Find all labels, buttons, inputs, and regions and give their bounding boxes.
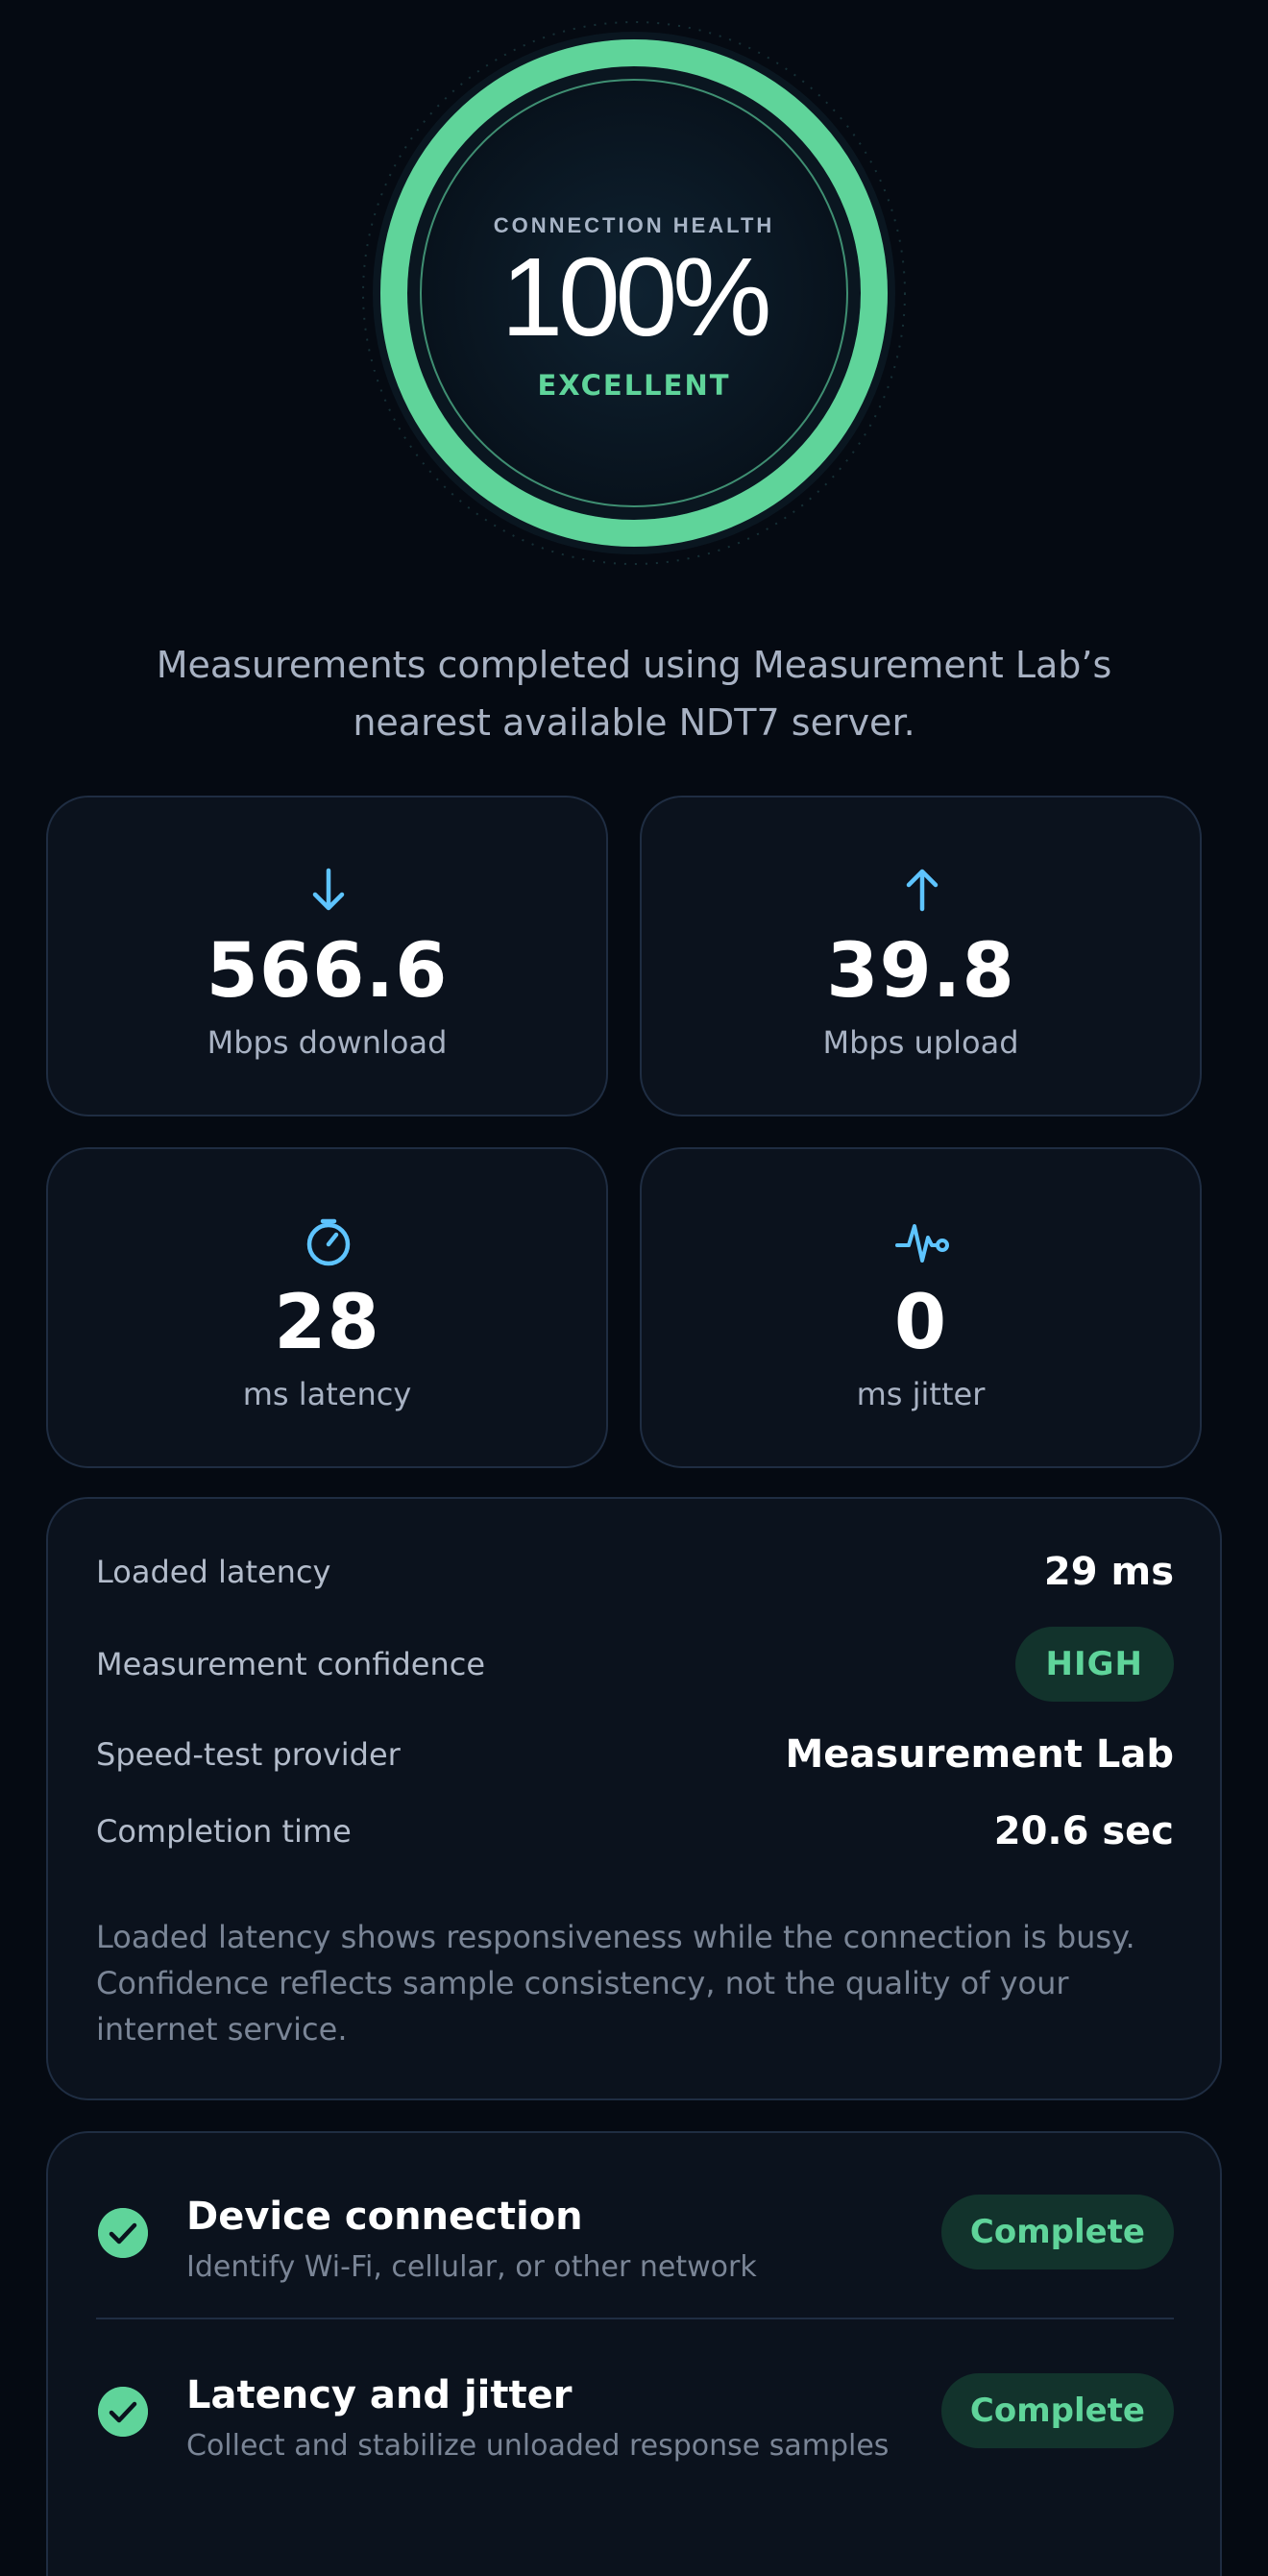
check-circle-icon — [98, 2208, 148, 2258]
detail-label: Speed-test provider — [96, 1736, 401, 1773]
step-divider — [96, 2318, 1174, 2319]
step-status-badge: Complete — [940, 2373, 1174, 2448]
latency-value: 28 — [274, 1280, 380, 1366]
provider-value: Measurement Lab — [785, 1732, 1174, 1777]
jitter-card: 0 ms jitter — [640, 1147, 1202, 1468]
detail-label: Loaded latency — [96, 1554, 331, 1590]
step-description: Collect and stabilize unloaded response … — [186, 2429, 890, 2463]
speed-test-provider-row: Speed-test provider Measurement Lab — [96, 1716, 1174, 1793]
step-latency-and-jitter: Latency and jitter Collect and stabilize… — [48, 2352, 1220, 2467]
confidence-badge: HIGH — [1014, 1627, 1174, 1702]
download-card: 566.6 Mbps download — [46, 796, 608, 1116]
upload-card: 39.8 Mbps upload — [640, 796, 1202, 1116]
check-circle-icon — [98, 2387, 148, 2437]
step-title: Latency and jitter — [186, 2373, 573, 2417]
pulse-icon — [895, 1224, 949, 1263]
test-steps-card: Device connection Identify Wi-Fi, cellul… — [46, 2131, 1222, 2576]
detail-label: Completion time — [96, 1813, 352, 1850]
step-device-connection: Device connection Identify Wi-Fi, cellul… — [48, 2173, 1220, 2289]
gauge-status-label: EXCELLENT — [537, 369, 731, 402]
jitter-value: 0 — [893, 1280, 948, 1366]
completion-time-value: 20.6 sec — [993, 1809, 1174, 1853]
loaded-latency-value: 29 ms — [1043, 1550, 1174, 1594]
detail-label: Measurement confidence — [96, 1646, 486, 1682]
completion-time-row: Completion time 20.6 sec — [96, 1793, 1174, 1870]
step-description: Identify Wi-Fi, cellular, or other netwo… — [186, 2250, 757, 2284]
upload-label: Mbps upload — [822, 1024, 1019, 1061]
measurement-details-card: Loaded latency 29 ms Measurement confide… — [46, 1497, 1222, 2100]
download-value: 566.6 — [206, 928, 449, 1015]
gauge-percent-value: 100% — [500, 234, 772, 359]
step-status-badge: Complete — [940, 2195, 1174, 2269]
download-label: Mbps download — [207, 1024, 448, 1061]
step-title: Device connection — [186, 2195, 583, 2239]
details-footnote: Loaded latency shows responsiveness whil… — [96, 1919, 1135, 2048]
speed-test-results-page: CONNECTION HEALTH 100% EXCELLENT Measure… — [0, 0, 1268, 2576]
measurement-confidence-row: Measurement confidence HIGH — [96, 1626, 1174, 1703]
upload-value: 39.8 — [826, 928, 1015, 1015]
jitter-label: ms jitter — [856, 1376, 986, 1412]
measurement-summary-text: Measurements completed using Measurement… — [156, 644, 1112, 744]
latency-card: 28 ms latency — [46, 1147, 608, 1468]
connection-health-gauge: CONNECTION HEALTH 100% EXCELLENT — [360, 19, 908, 567]
stopwatch-icon — [306, 1218, 351, 1266]
arrow-up-icon — [906, 869, 939, 912]
arrow-down-icon — [312, 868, 345, 911]
latency-label: ms latency — [242, 1376, 412, 1412]
loaded-latency-row: Loaded latency 29 ms — [96, 1533, 1174, 1610]
